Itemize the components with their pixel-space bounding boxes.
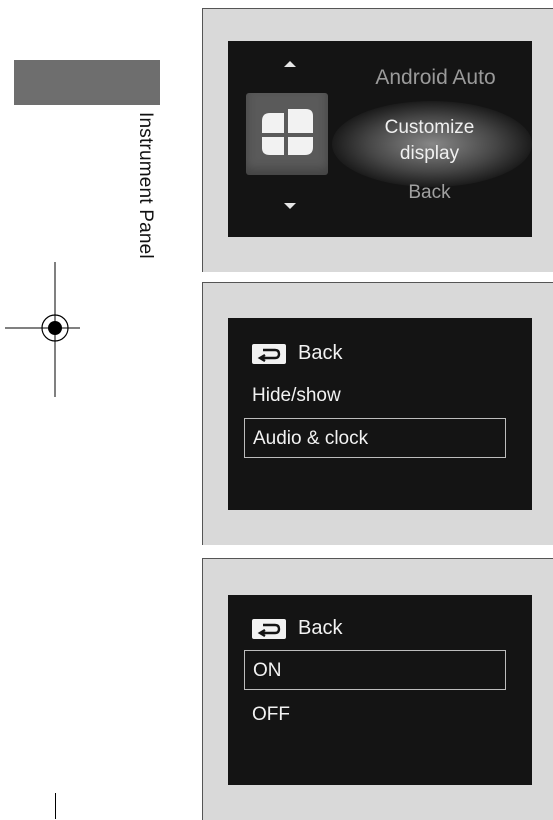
list-item-on[interactable]: ON xyxy=(244,650,506,690)
menu-item-android-auto[interactable]: Android Auto xyxy=(338,66,533,90)
section-tab xyxy=(14,60,160,105)
arrow-up-icon[interactable] xyxy=(284,61,296,67)
display-screen: Android Auto Customize display Back xyxy=(228,41,532,237)
menu-item-customize-display[interactable]: Customize display xyxy=(332,115,527,167)
widget-tile[interactable] xyxy=(246,93,328,175)
screenshot-panel-toggle: Back ON OFF xyxy=(202,558,553,820)
list-item-hide-show[interactable]: Hide/show xyxy=(244,376,506,416)
back-label: Back xyxy=(298,617,343,639)
registration-mark-icon xyxy=(5,262,80,397)
list-item-audio-clock[interactable]: Audio & clock xyxy=(244,418,506,458)
list-item-off[interactable]: OFF xyxy=(244,695,506,735)
section-label: Instrument Panel xyxy=(135,112,156,259)
screenshot-panel-customize: Back Hide/show Audio & clock xyxy=(202,282,553,545)
back-icon xyxy=(252,618,286,639)
display-screen: Back Hide/show Audio & clock xyxy=(228,318,532,510)
widget-grid-icon xyxy=(262,109,313,155)
back-button[interactable]: Back xyxy=(252,617,342,640)
display-screen: Back ON OFF xyxy=(228,595,532,785)
back-button[interactable]: Back xyxy=(252,342,342,365)
crop-mark xyxy=(55,793,56,819)
screenshot-panel-menu: Android Auto Customize display Back xyxy=(202,8,553,272)
back-label: Back xyxy=(298,342,343,364)
back-icon xyxy=(252,343,286,364)
arrow-down-icon[interactable] xyxy=(284,203,296,209)
menu-item-back[interactable]: Back xyxy=(332,182,527,204)
